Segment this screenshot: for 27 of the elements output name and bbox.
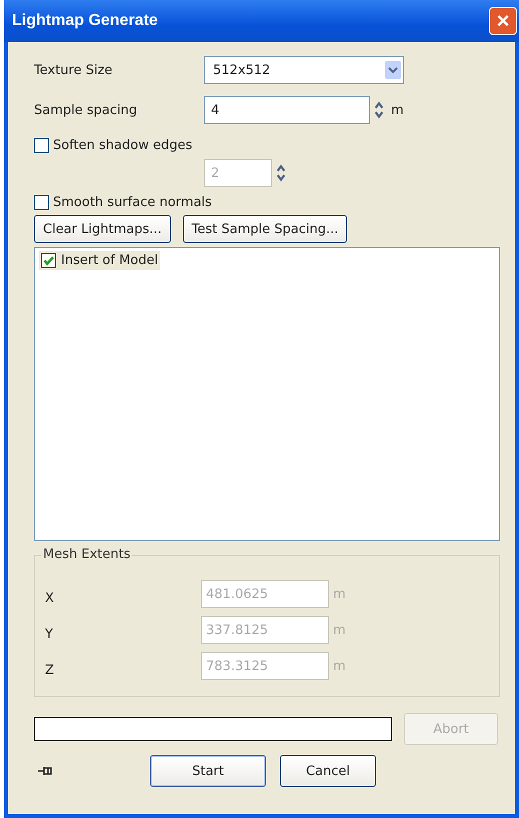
field-label: Sample spacing <box>34 102 138 118</box>
checkbox-label: Soften shadow edges <box>53 138 192 153</box>
texture-size-dropdown[interactable]: 512x512 <box>204 56 404 84</box>
action-button[interactable]: Clear Lightmaps... <box>34 215 171 243</box>
item-label: Insert of Model <box>61 253 158 268</box>
spinner-arrows-icon[interactable] <box>275 163 287 183</box>
pin-icon[interactable] <box>38 765 54 777</box>
checkbox[interactable] <box>34 195 49 210</box>
axis-label: Z <box>44 662 55 678</box>
unit-label: m <box>333 586 346 602</box>
unit-label: m <box>333 658 346 674</box>
spinner-arrows-icon[interactable] <box>373 100 385 120</box>
checkbox[interactable] <box>41 253 56 268</box>
axis-label: Y <box>44 626 54 642</box>
action-button[interactable]: Test Sample Spacing... <box>182 215 348 243</box>
checkbox[interactable] <box>34 138 49 153</box>
unit-label: m <box>333 622 346 638</box>
unit-label: m <box>391 102 404 118</box>
window-title: Lightmap Generate <box>12 12 158 30</box>
sample-spacing-field[interactable]: 4 <box>204 96 370 124</box>
checkbox-label: Smooth surface normals <box>53 195 212 210</box>
list-item[interactable]: Insert of Model <box>39 251 160 270</box>
close-button[interactable]: × <box>489 7 517 35</box>
dialog-button[interactable]: Cancel <box>280 755 376 787</box>
dialog-button[interactable]: Start <box>150 755 266 787</box>
axis-label: X <box>44 590 55 606</box>
field-label: Texture Size <box>34 62 114 78</box>
